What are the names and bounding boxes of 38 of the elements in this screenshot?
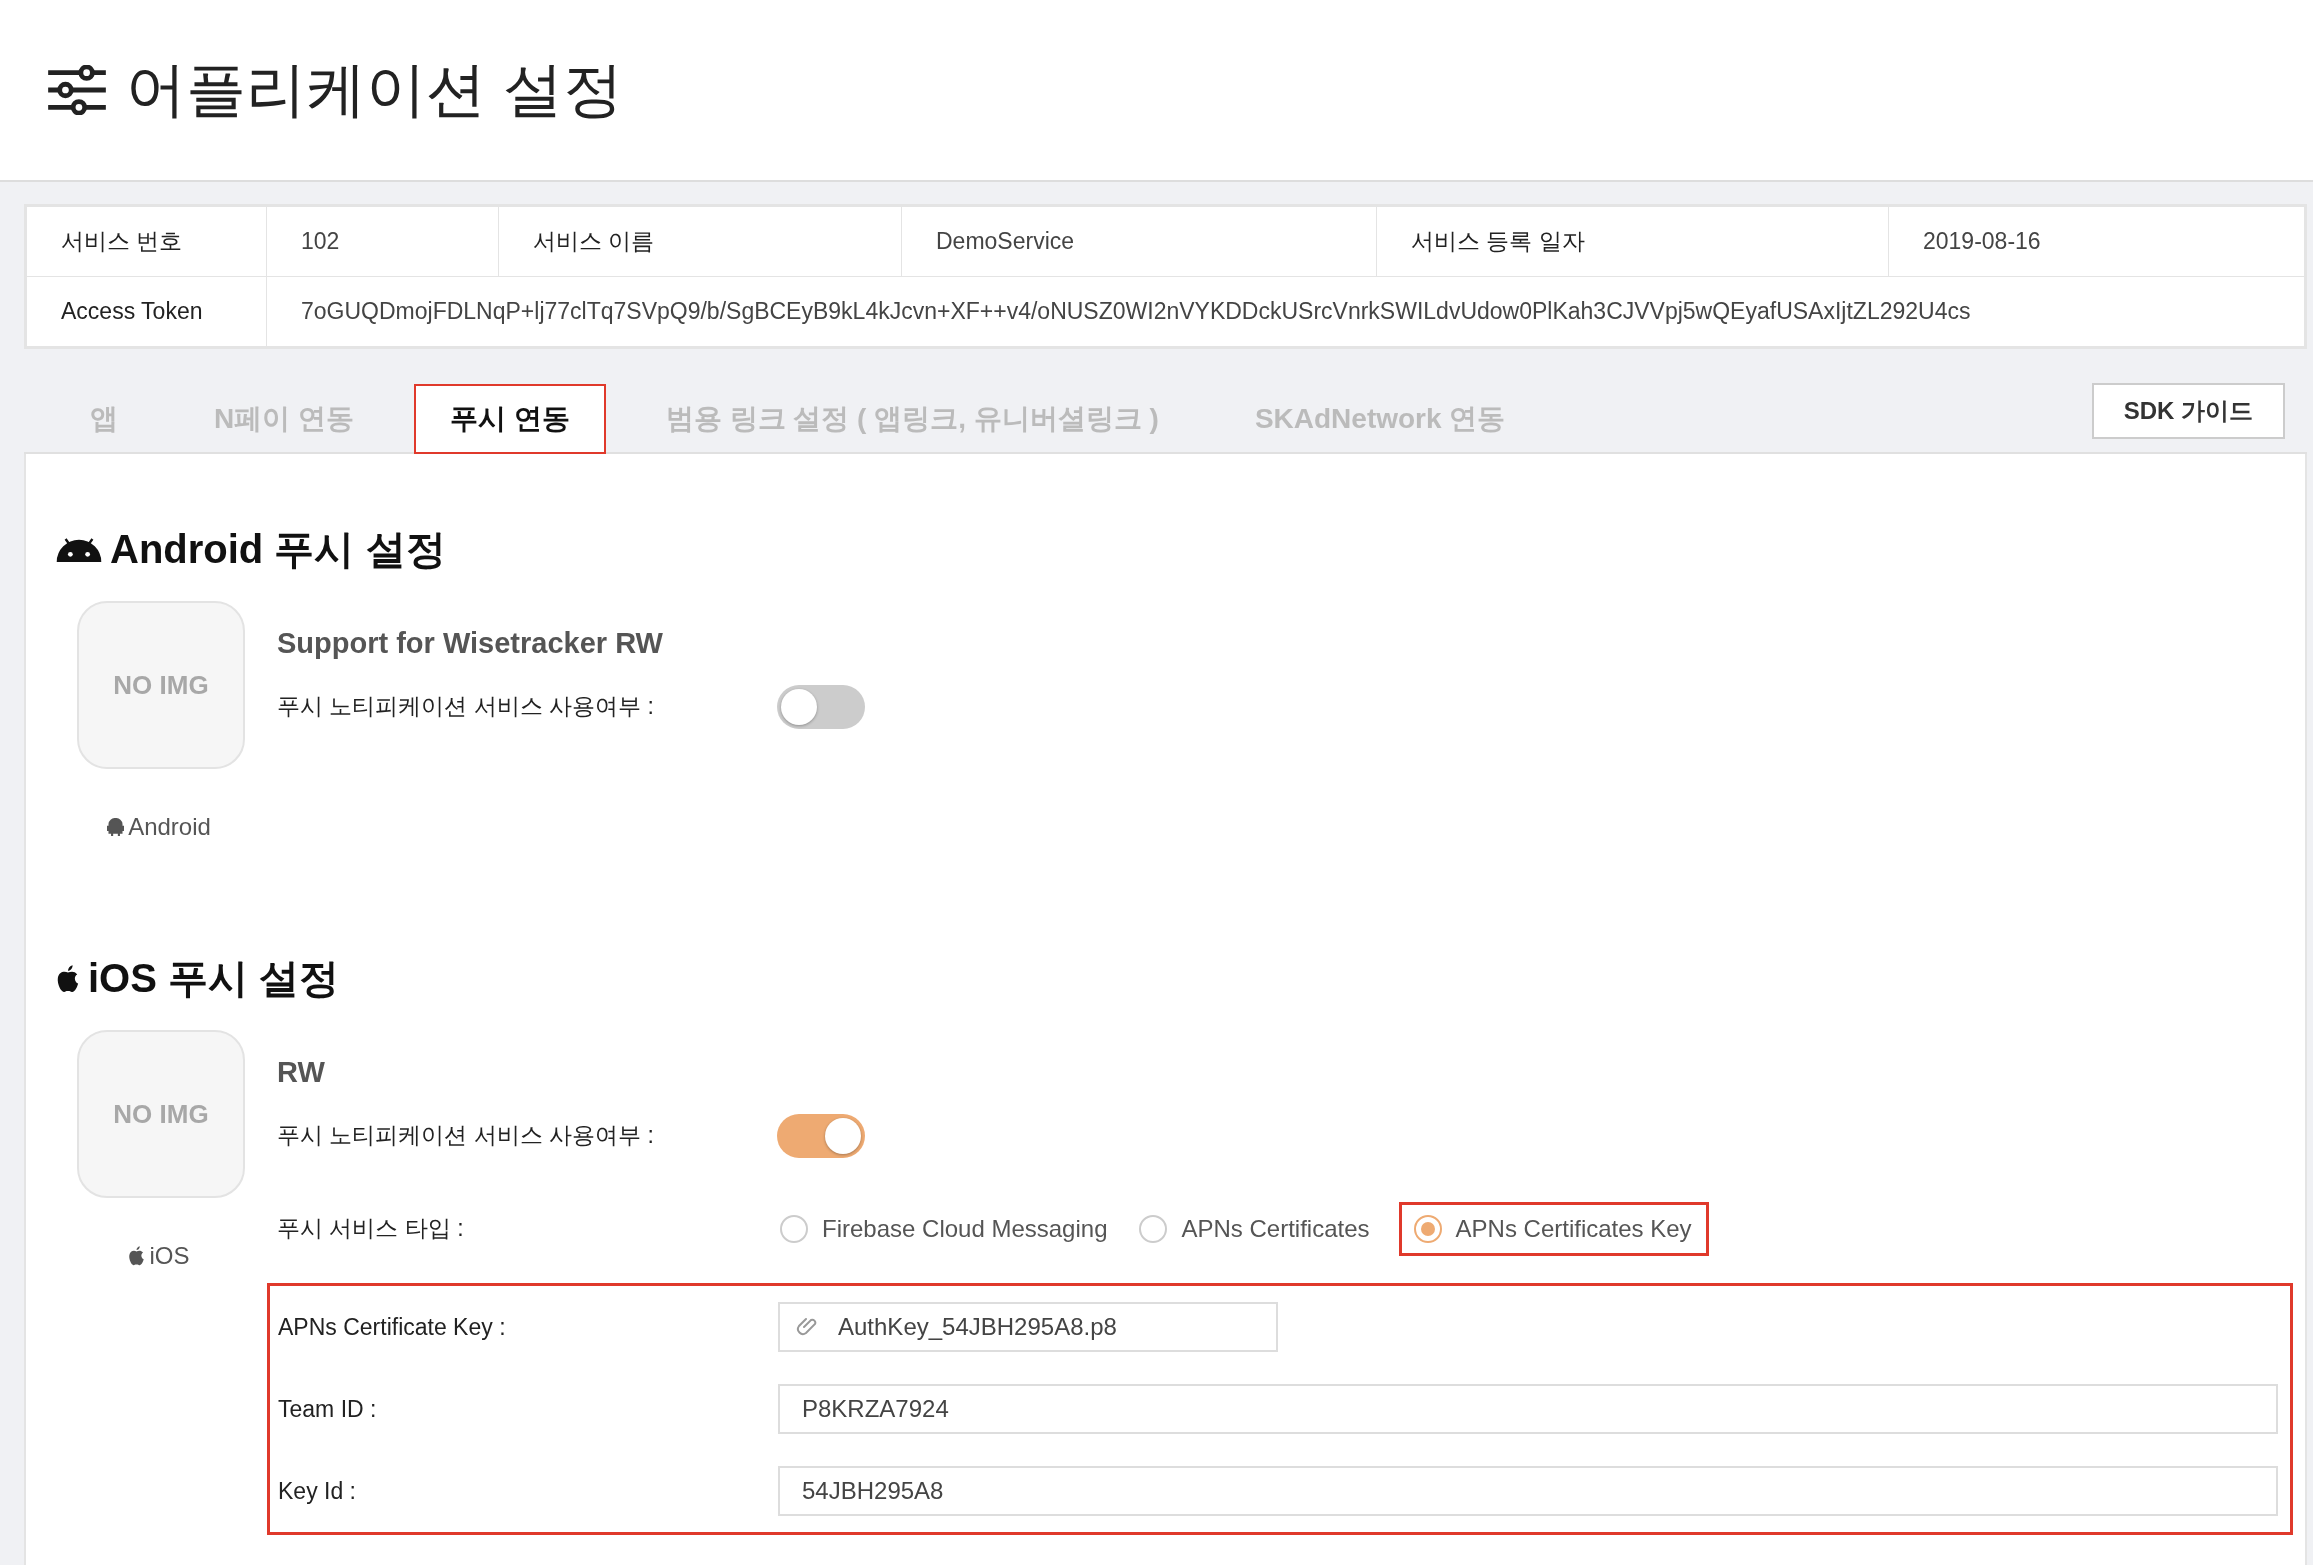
apple-icon [128,1246,146,1266]
app-name: RW [277,1056,326,1089]
radio-option[interactable]: Firebase Cloud Messaging [777,1201,1125,1256]
settings-icon [46,65,108,115]
field-label: Team ID : [278,1395,378,1423]
section-heading: iOS 푸시 설정 [88,955,340,1002]
android-icon [56,537,102,562]
apple-icon [56,963,80,994]
page-title: 어플리케이션 설정 [126,54,623,125]
toggle-switch[interactable] [777,684,865,729]
app-name: Support for Wisetracker RW [277,627,664,660]
placeholder-text: NO IMG [113,1098,209,1130]
toggle-switch[interactable] [777,1113,865,1158]
table-cell-text: 7oGUQDmojFDLNqP+lj77clTq7SVpQ9/b/SgBCEyB9kL4kJcvn+XF++v4/oNUSZ0WI2nVYKDDckUSrcVnrkSWILdvUdow0PlKah3CJVVpj5wQEyafUSAxIjtZL292U4cs [300,297,1972,326]
table-cell: 서비스 번호 [27,207,267,276]
table-cell: Access Token [27,277,267,346]
field-label: Key Id : [278,1477,357,1505]
file-field[interactable]: AuthKey_54JBH295A8.p8 [778,1302,1278,1352]
field-label: 푸시 노티피케이션 서비스 사용여부 : [277,692,655,721]
table-cell: 서비스 등록 일자 [1377,207,1889,276]
platform-label: iOS [149,1242,190,1270]
radio-option[interactable]: APNs Certificates [1136,1201,1387,1256]
field-label: APNs Certificate Key : [278,1313,507,1341]
table-cell: 서비스 이름 [499,207,902,276]
platform-label: Android [128,813,211,841]
field-label: 푸시 서비스 타입 : [277,1214,465,1243]
radio-option[interactable]: APNs Certificates Key [1398,1201,1709,1256]
table-cell: 102 [267,207,499,276]
input-field[interactable]: P8KRZA7924 [778,1384,2278,1434]
field-label: 푸시 노티피케이션 서비스 사용여부 : [277,1121,655,1150]
table-cell: DemoService [902,207,1377,276]
input-field[interactable]: 54JBH295A8 [778,1466,2278,1516]
section-heading: Android 푸시 설정 [110,526,446,573]
placeholder-text: NO IMG [113,669,209,701]
android-icon [107,817,125,837]
tab[interactable]: 푸시 연동 [414,384,606,454]
sdk-guide-button[interactable]: SDK 가이드 [2091,382,2285,439]
table-cell-text: 2019-08-16 [1922,227,2042,256]
